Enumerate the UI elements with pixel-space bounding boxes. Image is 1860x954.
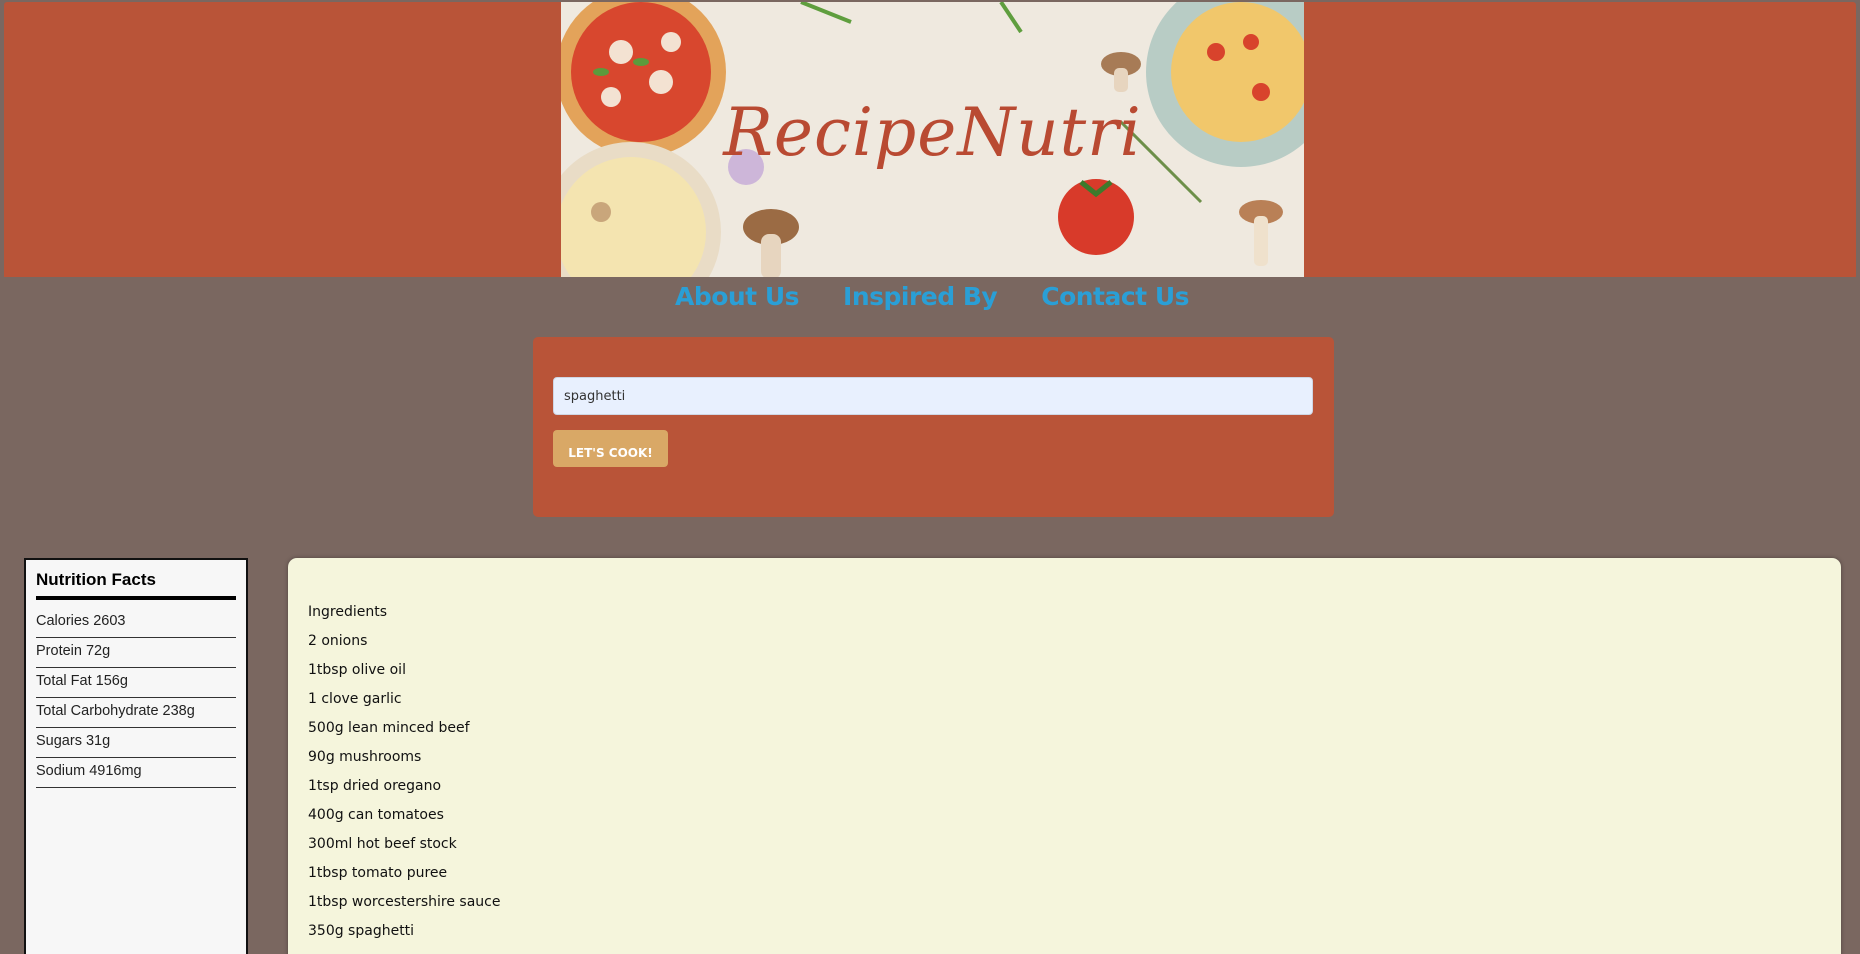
search-form: LET'S COOK! [533, 337, 1334, 517]
ingredient-item: 400g can tomatoes [308, 807, 444, 823]
ingredient-item: 1tbsp tomato puree [308, 865, 448, 881]
ingredient-item: 1tbsp olive oil [308, 662, 406, 678]
banner-title: RecipeNutri [723, 94, 1142, 171]
ingredient-item: 2 onions [308, 633, 368, 649]
ingredients-heading: Ingredients [308, 604, 387, 620]
nutrition-title: Nutrition Facts [36, 570, 236, 600]
nutrition-row-carbohydrate: Total Carbohydrate 238g [36, 698, 236, 728]
nutrition-facts-panel: Nutrition Facts Calories 2603 Protein 72… [24, 558, 248, 954]
ingredient-item: 90g mushrooms [308, 749, 422, 765]
ingredient-item: 500g lean minced beef [308, 720, 470, 736]
ingredient-item: 1tbsp worcestershire sauce [308, 894, 501, 910]
ingredient-item: 1tsp dried oregano [308, 778, 442, 794]
ingredient-item: 300ml hot beef stock [308, 836, 457, 852]
nutrition-row-protein: Protein 72g [36, 638, 236, 668]
recipe-panel: Ingredients 2 onions 1tbsp olive oil 1 c… [288, 558, 1841, 954]
lets-cook-button[interactable]: LET'S COOK! [553, 430, 668, 467]
search-input[interactable] [553, 377, 1313, 415]
ingredient-item: 1 clove garlic [308, 691, 402, 707]
nutrition-row-calories: Calories 2603 [36, 608, 236, 638]
nutrition-row-sodium: Sodium 4916mg [36, 758, 236, 788]
nav-about-us[interactable]: About Us [675, 278, 800, 316]
nutrition-row-total-fat: Total Fat 156g [36, 668, 236, 698]
main-nav: About Us Inspired By Contact Us [0, 278, 1860, 316]
banner-image: RecipeNutri [561, 2, 1304, 277]
nav-inspired-by[interactable]: Inspired By [843, 278, 998, 316]
ingredient-item: 350g spaghetti [308, 923, 415, 939]
nutrition-row-sugars: Sugars 31g [36, 728, 236, 758]
nav-contact-us[interactable]: Contact Us [1041, 278, 1189, 316]
